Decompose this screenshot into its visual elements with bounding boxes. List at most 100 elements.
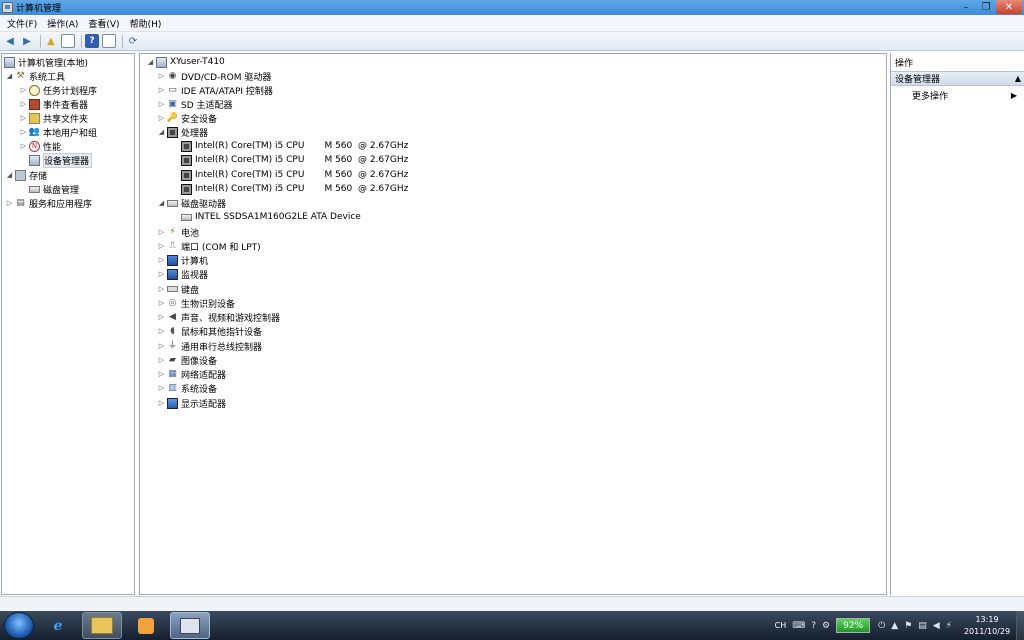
ime-icon[interactable]: ⌨ (792, 621, 805, 631)
up-folder-icon[interactable]: ▲ (44, 34, 58, 48)
expand-icon[interactable]: ▷ (5, 199, 14, 207)
device-category-biometric[interactable]: ▷ ◎ 生物识别设备 (157, 296, 235, 310)
expand-icon[interactable]: ▷ (157, 299, 166, 307)
expand-icon[interactable]: ▷ (157, 228, 166, 236)
device-category-display[interactable]: ▷ 显示适配器 (157, 396, 226, 410)
device-cpu[interactable]: Intel(R) Core(TM) i5 CPU M 560 @ 2.67GHz (180, 153, 408, 167)
expand-icon[interactable]: ▷ (157, 256, 166, 264)
expand-icon[interactable]: ▷ (19, 86, 28, 94)
computer-management-taskbar-icon[interactable] (170, 612, 210, 639)
power-icon[interactable]: ⏻ (878, 621, 885, 631)
expand-icon[interactable]: ▷ (19, 142, 28, 150)
expand-icon[interactable]: ▷ (157, 114, 166, 122)
device-category-security[interactable]: ▷ 🔑 安全设备 (157, 111, 217, 125)
expand-icon[interactable]: ▷ (157, 399, 166, 407)
device-category-computer[interactable]: ▷ 计算机 (157, 253, 208, 267)
expand-icon[interactable]: ▷ (157, 285, 166, 293)
back-arrow-icon[interactable]: ◀ (3, 34, 17, 48)
tree-root[interactable]: 计算机管理(本地) (3, 55, 88, 69)
expand-icon[interactable]: ▷ (157, 100, 166, 108)
more-actions-item[interactable]: 更多操作 ▶ (891, 88, 1024, 103)
menu-view[interactable]: 查看(V) (83, 17, 124, 30)
device-category-monitor[interactable]: ▷ 监视器 (157, 267, 208, 281)
device-category-mouse[interactable]: ▷ ◖ 鼠标和其他指针设备 (157, 324, 262, 338)
device-category-usb[interactable]: ▷ ⏚ 通用串行总线控制器 (157, 339, 262, 353)
expand-icon[interactable]: ▷ (157, 342, 166, 350)
start-button[interactable] (4, 612, 34, 639)
minimize-button[interactable]: – (956, 0, 976, 14)
tree-storage[interactable]: ◢ 存储 (5, 168, 47, 182)
device-category-imaging[interactable]: ▷ ▰ 图像设备 (157, 353, 217, 367)
collapse-icon[interactable]: ◢ (146, 58, 155, 66)
expand-icon[interactable]: ▷ (19, 128, 28, 136)
device-category-sound[interactable]: ▷ ◀ 声音、视频和游戏控制器 (157, 310, 280, 324)
collapse-icon[interactable]: ◢ (5, 171, 14, 179)
device-disk[interactable]: INTEL SSDSA1M160G2LE ATA Device (180, 210, 361, 224)
device-category-ports[interactable]: ▷ ⎍ 端口 (COM 和 LPT) (157, 239, 261, 253)
tree-shared-folders[interactable]: ▷ 共享文件夹 (19, 111, 88, 125)
gear-icon[interactable]: ⚙ (822, 621, 830, 631)
expand-icon[interactable]: ▷ (157, 242, 166, 250)
tree-local-users[interactable]: ▷ 👥 本地用户和组 (19, 125, 97, 139)
battery-meter[interactable]: 92% (836, 618, 871, 633)
power-plug-icon[interactable]: ⚡ (946, 621, 952, 631)
action-pane-icon[interactable] (102, 34, 116, 48)
expand-icon[interactable]: ▷ (157, 370, 166, 378)
show-hide-tree-icon[interactable] (61, 34, 75, 48)
device-category-dvd[interactable]: ▷ ◉ DVD/CD-ROM 驱动器 (157, 69, 272, 83)
explorer-icon[interactable] (82, 612, 122, 639)
expand-icon[interactable]: ▷ (19, 114, 28, 122)
device-root[interactable]: ◢ XYuser-T410 (146, 55, 225, 69)
action-section-device-manager[interactable]: 设备管理器 ▲ (891, 71, 1024, 86)
device-cpu[interactable]: Intel(R) Core(TM) i5 CPU M 560 @ 2.67GHz (180, 182, 408, 196)
forward-arrow-icon[interactable]: ▶ (20, 34, 34, 48)
tree-services[interactable]: ▷ ▤ 服务和应用程序 (5, 196, 92, 210)
menu-action[interactable]: 操作(A) (42, 17, 83, 30)
collapse-icon[interactable]: ◢ (157, 128, 166, 136)
network-tray-icon[interactable]: ▤ (918, 621, 927, 631)
clock[interactable]: 13:19 2011/10/29 (958, 614, 1016, 638)
menu-file[interactable]: 文件(F) (2, 17, 42, 30)
scan-hardware-icon[interactable]: ⟳ (126, 34, 140, 48)
collapse-icon[interactable]: ◢ (5, 72, 14, 80)
show-desktop-button[interactable] (1016, 611, 1024, 640)
close-button[interactable]: ✕ (996, 0, 1022, 14)
expand-icon[interactable]: ▷ (157, 356, 166, 364)
device-category-sd[interactable]: ▷ ▣ SD 主适配器 (157, 97, 233, 111)
device-category-keyboard[interactable]: ▷ 键盘 (157, 282, 199, 296)
help-icon[interactable]: ? (85, 34, 99, 48)
internet-explorer-icon[interactable]: e (38, 612, 78, 639)
show-hidden-icons[interactable]: ▲ (891, 621, 898, 631)
help-tray-icon[interactable]: ? (811, 621, 816, 631)
device-category-network[interactable]: ▷ ▦ 网络适配器 (157, 367, 226, 381)
device-category-battery[interactable]: ▷ ⚡ 电池 (157, 225, 199, 239)
expand-icon[interactable]: ▷ (157, 72, 166, 80)
expand-icon[interactable]: ▷ (157, 270, 166, 278)
tree-event-viewer[interactable]: ▷ 事件查看器 (19, 97, 88, 111)
language-indicator[interactable]: CH (775, 621, 787, 630)
tree-system-tools[interactable]: ◢ ⚒ 系统工具 (5, 69, 65, 83)
expand-icon[interactable]: ▷ (157, 327, 166, 335)
expand-icon[interactable]: ▷ (157, 313, 166, 321)
maximize-button[interactable]: ❐ (976, 0, 996, 14)
tree-item-label: 共享文件夹 (43, 114, 89, 125)
device-category-system[interactable]: ▷ ▥ 系统设备 (157, 381, 217, 395)
expand-icon[interactable]: ▷ (19, 100, 28, 108)
expand-icon[interactable]: ▷ (157, 86, 166, 94)
flag-icon[interactable]: ⚑ (904, 621, 912, 631)
expand-icon[interactable]: ▷ (157, 384, 166, 392)
menu-help[interactable]: 帮助(H) (125, 17, 167, 30)
device-category-ide[interactable]: ▷ ▭ IDE ATA/ATAPI 控制器 (157, 83, 273, 97)
tree-device-manager[interactable]: 设备管理器 (28, 152, 93, 168)
tree-task-scheduler[interactable]: ▷ 任务计划程序 (19, 83, 97, 97)
tree-performance[interactable]: ▷ N 性能 (19, 139, 61, 153)
device-cpu[interactable]: Intel(R) Core(TM) i5 CPU M 560 @ 2.67GHz (180, 168, 408, 182)
tree-disk-management[interactable]: 磁盘管理 (28, 182, 79, 196)
media-player-icon[interactable] (126, 612, 166, 639)
device-cpu[interactable]: Intel(R) Core(TM) i5 CPU M 560 @ 2.67GHz (180, 139, 408, 153)
collapse-caret-icon[interactable]: ▲ (1015, 74, 1021, 83)
device-category-disk[interactable]: ◢ 磁盘驱动器 (157, 196, 226, 210)
volume-icon[interactable]: ◀ (933, 621, 940, 631)
collapse-icon[interactable]: ◢ (157, 199, 166, 207)
device-category-processor[interactable]: ◢ 处理器 (157, 125, 208, 139)
